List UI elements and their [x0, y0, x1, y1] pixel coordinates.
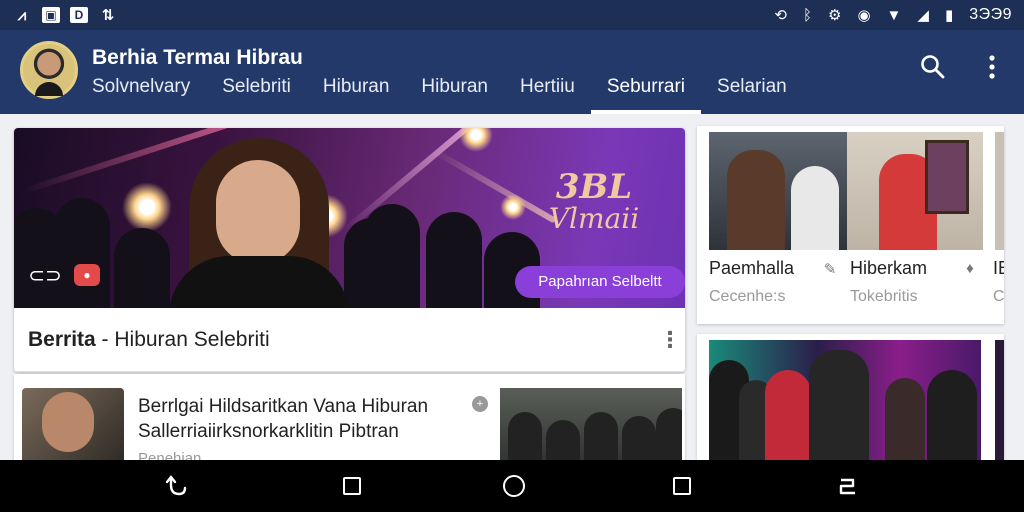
tab-selarian[interactable]: Selarian: [701, 76, 803, 114]
side-sub-2: Tokebritis: [850, 288, 918, 305]
card-title: Berrita - Hiburan Selebriti: [28, 327, 270, 351]
more-vert-icon[interactable]: [977, 52, 1007, 82]
vibrate-icon: ◉: [857, 7, 871, 24]
bluetooth-icon: ᛒ: [802, 6, 812, 24]
sync-icon: ⟲: [774, 7, 787, 24]
hero-logo: 3BL Vlmaii: [548, 167, 640, 235]
recents-icon[interactable]: [669, 474, 695, 498]
host-figure: [164, 138, 354, 308]
side-image-1: [709, 132, 847, 250]
live-icon[interactable]: ●: [74, 264, 100, 286]
news-list-item[interactable]: Berrlgai Hildsaritkan Vana Hiburan Salle…: [14, 374, 685, 474]
side-image-2: [847, 132, 983, 250]
news-thumbnail: [22, 388, 124, 464]
tab-hiburan-2[interactable]: Hiburan: [405, 76, 504, 114]
status-bar: ⩘ ▣ D ⇅ ⟲ ᛒ ⚙ ◉ ▼ ◢ ▮ 3ЭЭ9: [0, 0, 1024, 30]
image-icon: ▣: [42, 7, 60, 23]
hero-badge[interactable]: Papahrıan Selbeltt: [515, 266, 685, 298]
home-icon[interactable]: [501, 474, 527, 498]
square-icon[interactable]: [339, 474, 365, 498]
cell-signal-icon: ◢: [917, 7, 929, 24]
signal-glyph-icon: ⩘: [17, 6, 27, 24]
avatar[interactable]: [20, 41, 78, 99]
status-time: 3ЭЭ9: [969, 6, 1012, 23]
side-card-top[interactable]: Paemhalla Cecenhe:s ✎ Hiberkam Tokebriti…: [697, 126, 1004, 324]
search-icon[interactable]: [918, 52, 948, 82]
side-label-2: Hiberkam: [850, 258, 928, 278]
tab-strip: Solvnelvary Selebriti Hiburan Hiburan He…: [92, 76, 803, 114]
card-more-icon[interactable]: ⋮: [659, 327, 681, 353]
content-area: 3BL Vlmaii Papahrıan Selbeltt ⊂⊃ ● Berri…: [0, 114, 1024, 474]
app-title: Berhia Termaı Hibrau: [92, 46, 303, 69]
settings-icon: ⚙: [827, 7, 842, 24]
switch-icon[interactable]: [834, 474, 860, 498]
tab-hertiiu[interactable]: Hertiiu: [504, 76, 591, 114]
side-label-3: IBI: [993, 258, 1004, 278]
info-icon[interactable]: +: [472, 396, 488, 412]
doc-icon: D: [70, 7, 88, 23]
system-nav-bar: [0, 460, 1024, 512]
side-label-1: Paemhalla: [709, 258, 795, 278]
tab-seburrari[interactable]: Seburrari: [590, 76, 702, 114]
share-icon[interactable]: ⊂⊃: [28, 262, 62, 288]
tab-selebriti[interactable]: Selebriti: [206, 76, 307, 114]
side-card-bottom[interactable]: [697, 334, 1004, 460]
tag-icon-2[interactable]: ♦: [961, 260, 979, 278]
news-headline: Berrlgai Hildsaritkan Vana Hiburan Salle…: [138, 396, 429, 442]
wifi-icon: ▼: [886, 6, 902, 24]
side-image-3: [709, 340, 981, 460]
back-icon[interactable]: [164, 474, 190, 498]
tab-hiburan-1[interactable]: Hiburan: [307, 76, 406, 114]
tab-solvnelvary[interactable]: Solvnelvary: [92, 76, 206, 114]
tag-icon[interactable]: ✎: [821, 260, 839, 278]
side-sub-3: Co: [993, 288, 1004, 305]
data-icon: ⇅: [101, 7, 115, 24]
battery-icon: ▮: [944, 7, 954, 24]
card-title-row: Berrita - Hiburan Selebriti ⋮: [14, 308, 685, 372]
app-bar: Berhia Termaı Hibrau Solvnelvary Selebri…: [0, 30, 1024, 114]
side-sub-1: Cecenhe:s: [709, 288, 786, 305]
hero-image: 3BL Vlmaii Papahrıan Selbeltt ⊂⊃ ●: [14, 128, 685, 308]
featured-card[interactable]: 3BL Vlmaii Papahrıan Selbeltt ⊂⊃ ● Berri…: [14, 128, 685, 372]
